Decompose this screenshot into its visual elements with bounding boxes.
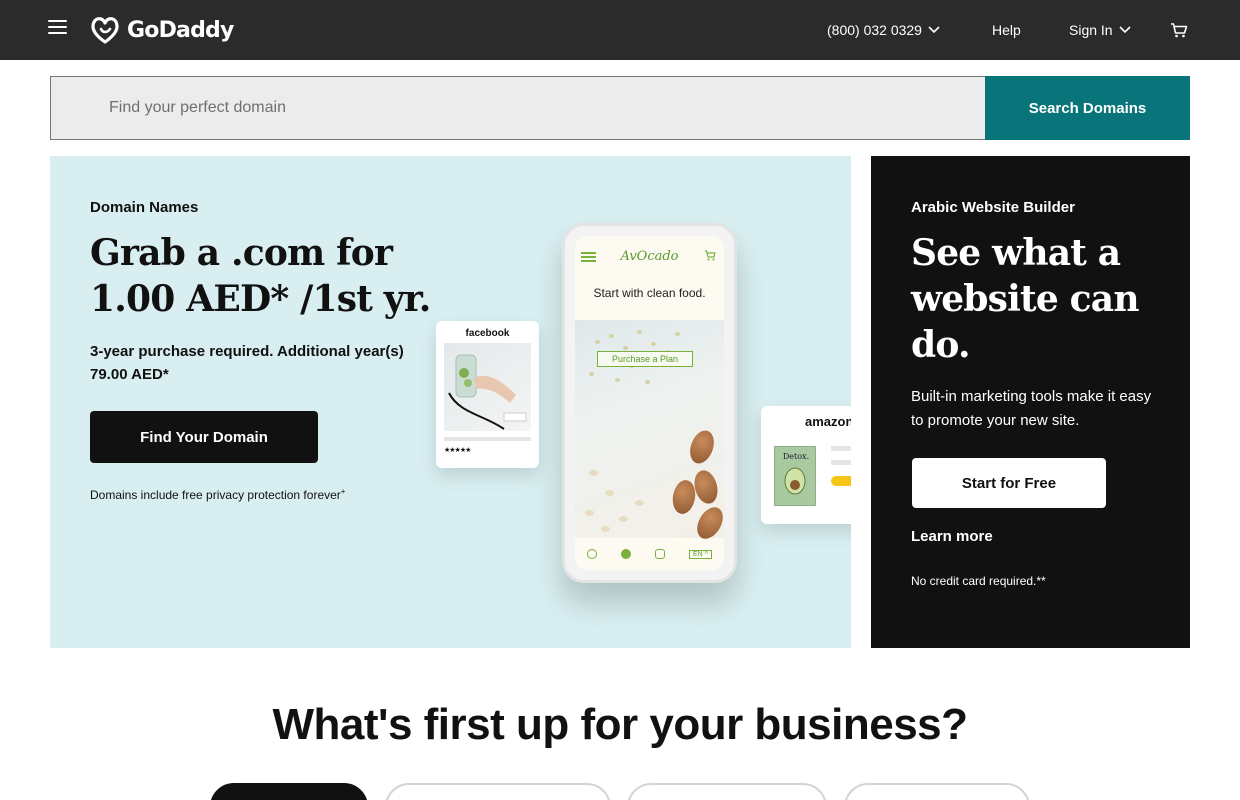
phone-screen: AvOcado Start with clean food. Purchase … (575, 236, 724, 570)
book-title: Detox. (782, 452, 810, 461)
logo-wordmark: GoDaddy (127, 17, 234, 43)
business-option-tab[interactable] (385, 783, 611, 800)
placeholder-line (831, 460, 851, 465)
website-builder-headline: See what a website can do. (911, 232, 1140, 366)
cart-button[interactable] (1170, 0, 1188, 60)
amazon-listing-mockup: amazon Detox. (761, 406, 851, 524)
privacy-note: Domains include free privacy protection … (90, 487, 345, 502)
no-credit-card-note: No credit card required.** (911, 574, 1046, 588)
website-builder-panel: Arabic Website Builder See what a websit… (871, 156, 1190, 648)
add-to-cart-pill (831, 476, 851, 486)
phone-headline: Start with clean food. (593, 286, 706, 300)
business-section-title: What's first up for your business? (272, 700, 968, 749)
chevron-down-icon (1119, 26, 1131, 34)
domain-promo-headline: Grab a .com for 1.00 AED* /1st yr. (90, 232, 431, 320)
business-option-tab[interactable] (210, 783, 368, 800)
top-navigation-bar: GoDaddy (800) 032 0329 Help Sign In (0, 0, 1240, 60)
bottle-photo (444, 343, 531, 431)
phone-number-label: (800) 032 0329 (827, 22, 922, 38)
phone-mockup: AvOcado Start with clean food. Purchase … (562, 223, 737, 583)
learn-more-link[interactable]: Learn more (911, 528, 993, 545)
sign-in-label: Sign In (1069, 22, 1113, 38)
facebook-icon (621, 549, 631, 559)
website-builder-subtitle: Built-in marketing tools make it easy to… (911, 388, 1152, 429)
placeholder-line (831, 446, 851, 451)
business-option-tab[interactable] (627, 783, 827, 800)
domain-names-eyebrow: Domain Names (90, 199, 199, 216)
privacy-note-text: Domains include free privacy protection … (90, 488, 341, 502)
help-link[interactable]: Help (992, 0, 1021, 60)
business-option-tab[interactable] (844, 783, 1030, 800)
privacy-note-mark: + (340, 487, 346, 496)
godaddy-logo[interactable]: GoDaddy (89, 14, 234, 46)
phone-number-dropdown[interactable]: (800) 032 0329 (827, 0, 940, 60)
domain-promo-panel: Domain Names Grab a .com for 1.00 AED* /… (50, 156, 851, 648)
facebook-label: facebook (465, 328, 510, 339)
star-rating: ★★★★★ (444, 447, 471, 454)
amazon-label: amazon (805, 414, 851, 429)
phone-footer: EN ^ (575, 538, 724, 570)
facebook-post-mockup: facebook ★★★★★ (436, 321, 539, 468)
sign-in-dropdown[interactable]: Sign In (1069, 0, 1131, 60)
start-for-free-button[interactable]: Start for Free (912, 458, 1106, 508)
domain-search-bar: Search Domains (50, 76, 1190, 140)
instagram-icon (655, 549, 665, 559)
domain-promo-subtitle: 3-year purchase required. Additional yea… (90, 343, 404, 383)
find-your-domain-button[interactable]: Find Your Domain (90, 411, 318, 463)
detox-book-cover: Detox. (774, 446, 816, 506)
language-selector: EN ^ (689, 549, 712, 559)
hamburger-menu-icon[interactable] (48, 20, 68, 36)
purchase-plan-cta: Purchase a Plan (597, 351, 693, 367)
placeholder-line (444, 437, 531, 441)
chevron-down-icon (928, 26, 940, 34)
whatsapp-icon (587, 549, 597, 559)
domain-search-input[interactable] (50, 76, 985, 140)
phone-cart-icon (705, 250, 716, 261)
cart-icon (1171, 23, 1188, 38)
godaddy-logo-icon (91, 17, 119, 44)
phone-brand-logo: AvOcado (620, 249, 679, 264)
search-domains-button[interactable]: Search Domains (985, 76, 1190, 140)
website-builder-eyebrow: Arabic Website Builder (911, 199, 1075, 216)
